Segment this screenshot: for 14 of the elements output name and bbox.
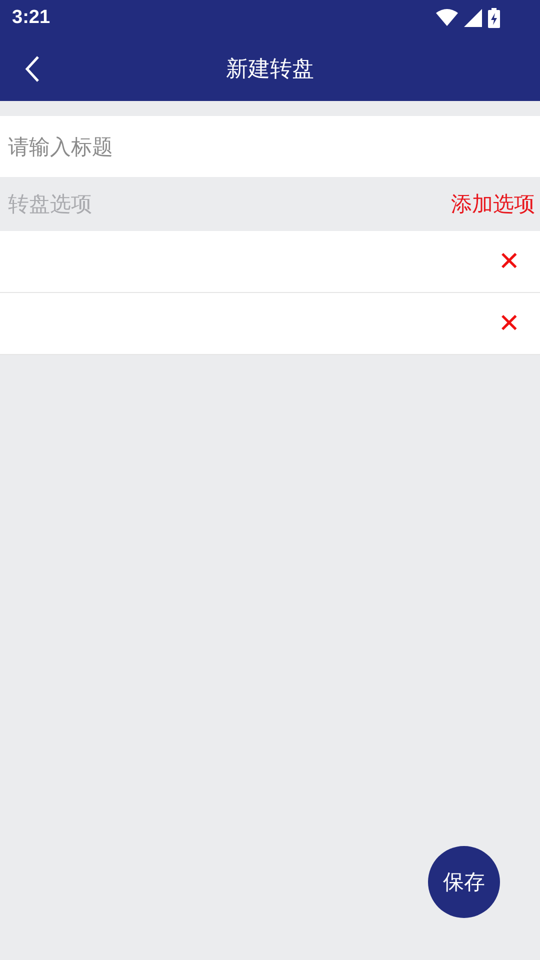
wifi-icon bbox=[436, 9, 458, 27]
back-icon[interactable] bbox=[24, 54, 40, 82]
remove-icon[interactable]: ✕ bbox=[498, 246, 520, 276]
section-label: 转盘选项 bbox=[8, 191, 92, 218]
status-time: 3:21 bbox=[12, 7, 50, 29]
title-input-field[interactable]: 请输入标题 bbox=[0, 116, 540, 177]
save-button[interactable]: 保存 bbox=[428, 846, 500, 918]
add-option-link[interactable]: 添加选项 bbox=[451, 190, 535, 218]
option-row[interactable]: ✕ bbox=[0, 293, 540, 355]
remove-icon[interactable]: ✕ bbox=[498, 308, 520, 338]
signal-icon bbox=[464, 9, 482, 27]
page-title: 新建转盘 bbox=[226, 56, 314, 84]
battery-icon bbox=[488, 8, 500, 28]
option-row[interactable]: ✕ bbox=[0, 231, 540, 293]
